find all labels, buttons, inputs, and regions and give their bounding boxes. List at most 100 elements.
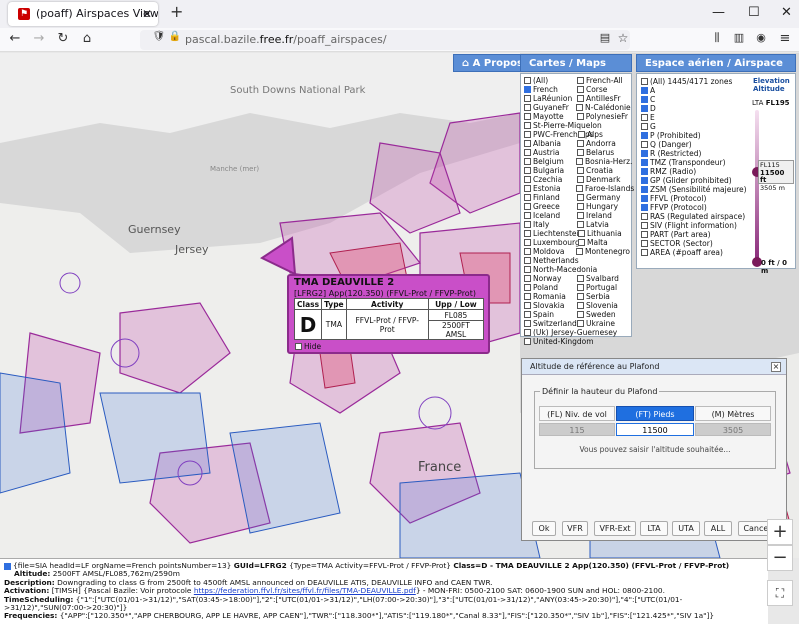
map-option[interactable]: Mayotte (524, 112, 577, 121)
map-option[interactable]: Sweden (576, 310, 628, 319)
airspace-item[interactable]: FFVP (Protocol) (641, 203, 791, 212)
airspace-checkbox[interactable] (641, 231, 648, 238)
map-checkbox[interactable] (576, 275, 584, 282)
map-checkbox[interactable] (576, 212, 584, 219)
map-option[interactable]: Luxembourg (524, 238, 580, 247)
all-button[interactable]: ALL (704, 521, 732, 536)
map-option[interactable]: Belarus (576, 148, 628, 157)
menu-icon[interactable]: ≡ (776, 31, 794, 46)
map-option[interactable]: Ukraine (576, 319, 628, 328)
map-checkbox[interactable] (524, 167, 531, 174)
zoom-out-button[interactable]: − (767, 545, 793, 571)
map-option[interactable]: Italy (524, 220, 577, 229)
map-option[interactable]: French (524, 85, 577, 94)
airspace-checkbox[interactable] (641, 204, 648, 211)
map-checkbox[interactable] (524, 95, 531, 102)
uta-button[interactable]: UTA (672, 521, 700, 536)
airspace-checkbox[interactable] (641, 222, 648, 229)
map-option[interactable]: Montenegro (576, 247, 630, 256)
map-option[interactable]: Moldova (524, 247, 576, 256)
hide-toggle[interactable]: Hide (295, 342, 321, 351)
map-option[interactable]: Alps (578, 130, 628, 139)
map-checkbox[interactable] (576, 95, 584, 102)
map-option[interactable]: Corse (576, 85, 628, 94)
airspace-item[interactable]: RAS (Regulated airspace) (641, 212, 791, 221)
map-checkbox[interactable] (576, 149, 584, 156)
airspace-checkbox[interactable] (641, 240, 648, 247)
map-option[interactable]: St-Pierre-Miquelon (524, 121, 628, 130)
airspace-checkbox[interactable] (641, 186, 648, 193)
vfr-button[interactable]: VFR (562, 521, 588, 536)
maps-button[interactable]: Cartes / Maps (520, 54, 632, 72)
map-option[interactable]: Slovenia (576, 301, 628, 310)
unit-fl-radio[interactable]: (FL) Niv. de vol (539, 406, 615, 421)
info-checkbox[interactable] (4, 562, 11, 570)
map-option[interactable]: Norway (524, 274, 577, 283)
airspace-item[interactable]: PART (Part area) (641, 230, 791, 239)
map-option[interactable]: Serbia (576, 292, 628, 301)
map-checkbox[interactable] (524, 257, 531, 264)
map-option[interactable]: Germany (576, 193, 628, 202)
airspace-item[interactable]: SIV (Flight information) (641, 221, 791, 230)
map-checkbox[interactable] (576, 293, 584, 300)
map-checkbox[interactable] (524, 239, 531, 246)
unit-ft-radio[interactable]: (FT) Pieds (616, 406, 694, 421)
map-option[interactable]: N-Calédonie (576, 103, 631, 112)
unit-m-radio[interactable]: (M) Mètres (695, 406, 771, 421)
airspace-item[interactable]: AREA (#poaff area) (641, 248, 791, 257)
airspace-item[interactable]: R (Restricted) (641, 149, 791, 158)
map-option[interactable]: GuyaneFr (524, 103, 576, 112)
all-checkbox[interactable] (641, 78, 648, 85)
map-option[interactable]: Spain (524, 310, 577, 319)
map-option[interactable]: Svalbard (576, 274, 628, 283)
map-option[interactable]: Andorra (576, 139, 628, 148)
airspace-checkbox[interactable] (641, 123, 648, 130)
minimize-icon[interactable]: — (712, 5, 725, 20)
map-option[interactable]: Switzerland (524, 319, 577, 328)
map-option[interactable]: Portugal (576, 283, 628, 292)
map-view[interactable]: South Downs National Park Guernsey Jerse… (0, 53, 799, 558)
map-checkbox[interactable] (524, 176, 531, 183)
zoom-in-button[interactable]: + (767, 519, 793, 545)
map-checkbox[interactable] (576, 185, 583, 192)
map-checkbox[interactable] (576, 221, 584, 228)
map-checkbox[interactable] (576, 320, 584, 327)
map-checkbox[interactable] (578, 131, 585, 138)
map-checkbox[interactable] (524, 248, 531, 255)
map-option[interactable]: North-Macedonia (524, 265, 628, 274)
map-checkbox[interactable] (524, 149, 531, 156)
map-option[interactable]: Estonia (524, 184, 576, 193)
map-checkbox[interactable] (524, 131, 531, 138)
map-checkbox[interactable] (576, 113, 584, 120)
fullscreen-icon[interactable]: ⛶ (767, 580, 793, 606)
map-checkbox[interactable] (524, 158, 531, 165)
map-option[interactable]: French-All (576, 76, 628, 85)
sidebar-icon[interactable]: ▥ (730, 31, 748, 44)
airspace-checkbox[interactable] (641, 213, 648, 220)
map-checkbox[interactable] (524, 329, 531, 336)
map-checkbox[interactable] (524, 302, 531, 309)
airspace-item[interactable]: E (641, 113, 791, 122)
map-checkbox[interactable] (576, 284, 584, 291)
map-checkbox[interactable] (576, 176, 584, 183)
airspace-item[interactable]: FFVL (Protocol) (641, 194, 791, 203)
map-checkbox[interactable] (524, 212, 531, 219)
airspace-item[interactable]: G (641, 122, 791, 131)
map-option[interactable]: Malta (578, 238, 628, 247)
close-window-icon[interactable]: ✕ (781, 5, 792, 20)
map-option[interactable]: Liechtenstein (524, 229, 583, 238)
library-icon[interactable]: ⫼ (708, 31, 726, 45)
map-option[interactable]: Netherlands (524, 256, 628, 265)
back-icon[interactable]: ← (6, 31, 24, 46)
reader-icon[interactable]: ▤ (596, 31, 614, 44)
map-checkbox[interactable] (524, 140, 531, 147)
map-checkbox[interactable] (576, 167, 584, 174)
map-option[interactable]: Lithuania (578, 229, 628, 238)
map-option[interactable]: Austria (524, 148, 577, 157)
map-option[interactable]: Poland (524, 283, 577, 292)
map-checkbox[interactable] (524, 113, 531, 120)
map-checkbox[interactable] (576, 194, 584, 201)
airspace-checkbox[interactable] (641, 150, 648, 157)
maximize-icon[interactable]: ☐ (748, 5, 760, 20)
dialog-close-icon[interactable]: × (771, 362, 781, 372)
